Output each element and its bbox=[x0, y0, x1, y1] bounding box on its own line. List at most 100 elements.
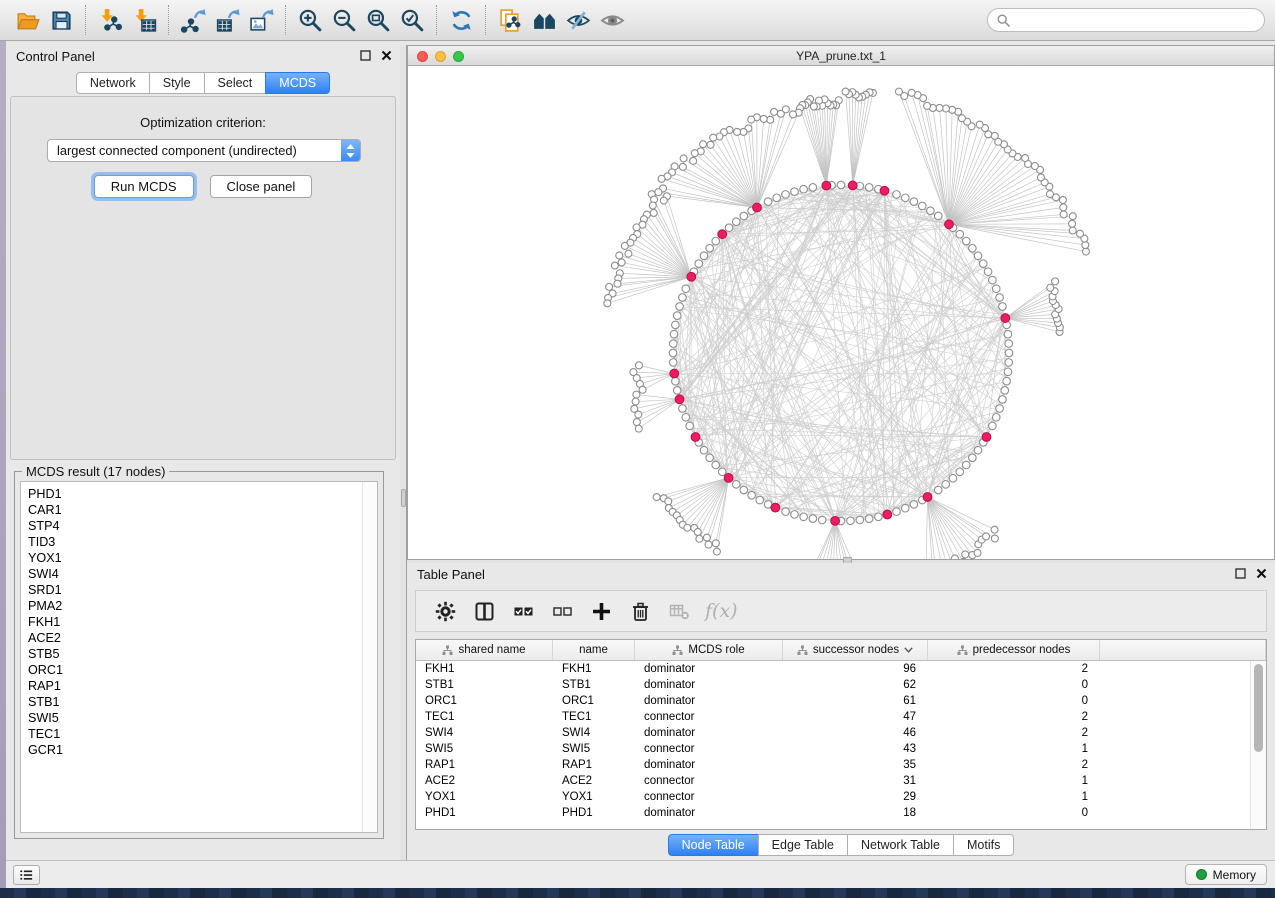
dominator-node[interactable] bbox=[982, 433, 991, 442]
table-row[interactable]: ORC1ORC1dominator610 bbox=[416, 693, 1250, 709]
export-image-button[interactable] bbox=[244, 4, 278, 36]
dominator-node[interactable] bbox=[880, 186, 889, 195]
dominator-node[interactable] bbox=[1001, 314, 1010, 323]
task-history-button[interactable] bbox=[13, 865, 40, 885]
column-header[interactable]: name bbox=[553, 640, 635, 660]
zoom-out-button[interactable] bbox=[327, 4, 361, 36]
result-node[interactable]: FKH1 bbox=[28, 614, 362, 630]
table-scrollbar-thumb[interactable] bbox=[1254, 664, 1263, 752]
result-scrollbar-track[interactable] bbox=[362, 482, 377, 832]
hide-selected-button[interactable] bbox=[561, 4, 595, 36]
column-header[interactable]: successor nodes bbox=[783, 640, 928, 660]
table-row[interactable]: STB1STB1dominator620 bbox=[416, 677, 1250, 693]
open-session-button[interactable] bbox=[10, 4, 44, 36]
dominator-node[interactable] bbox=[724, 473, 733, 482]
result-node[interactable]: PHD1 bbox=[28, 486, 362, 502]
close-panel-icon[interactable] bbox=[381, 50, 392, 61]
tab-edge-table[interactable]: Edge Table bbox=[758, 834, 848, 856]
table-scrollbar-track[interactable] bbox=[1250, 661, 1266, 829]
zoom-selected-button[interactable] bbox=[395, 4, 429, 36]
result-node[interactable]: RAP1 bbox=[28, 678, 362, 694]
dominator-node[interactable] bbox=[822, 181, 831, 190]
tab-select[interactable]: Select bbox=[204, 72, 267, 94]
export-table-button[interactable] bbox=[210, 4, 244, 36]
table-row[interactable]: FKH1FKH1dominator962 bbox=[416, 661, 1250, 677]
tab-node-table[interactable]: Node Table bbox=[668, 834, 759, 856]
table-row[interactable]: ACE2ACE2connector311 bbox=[416, 773, 1250, 789]
tab-mcds[interactable]: MCDS bbox=[265, 72, 330, 94]
table-row[interactable]: PHD1PHD1dominator180 bbox=[416, 805, 1250, 821]
criterion-select[interactable]: largest connected component (undirected) bbox=[47, 139, 361, 162]
result-node[interactable]: TEC1 bbox=[28, 726, 362, 742]
memory-button[interactable]: Memory bbox=[1185, 864, 1267, 885]
zoom-fit-button[interactable] bbox=[361, 4, 395, 36]
close-panel-icon[interactable] bbox=[1256, 568, 1267, 579]
maximize-window-icon[interactable] bbox=[453, 51, 464, 62]
show-all-button[interactable] bbox=[595, 4, 629, 36]
close-panel-button[interactable]: Close panel bbox=[210, 175, 313, 198]
dominator-node[interactable] bbox=[831, 516, 840, 525]
save-session-button[interactable] bbox=[44, 4, 78, 36]
column-header[interactable]: predecessor nodes bbox=[928, 640, 1100, 660]
tab-style[interactable]: Style bbox=[149, 72, 205, 94]
dominator-node[interactable] bbox=[848, 181, 857, 190]
result-node[interactable]: SWI5 bbox=[28, 710, 362, 726]
result-node[interactable]: ORC1 bbox=[28, 662, 362, 678]
result-node[interactable]: CAR1 bbox=[28, 502, 362, 518]
import-table-button[interactable] bbox=[127, 4, 161, 36]
table-row[interactable]: TEC1TEC1connector472 bbox=[416, 709, 1250, 725]
search-box[interactable] bbox=[987, 8, 1265, 32]
column-header[interactable]: shared name bbox=[416, 640, 553, 660]
column-header[interactable]: MCDS role bbox=[635, 640, 783, 660]
result-node[interactable]: TID3 bbox=[28, 534, 362, 550]
result-node[interactable]: STB5 bbox=[28, 646, 362, 662]
first-neighbors-button[interactable] bbox=[527, 4, 561, 36]
deselect-checkboxes-button[interactable] bbox=[547, 596, 577, 626]
dominator-node[interactable] bbox=[675, 395, 684, 404]
table-row[interactable]: SWI5SWI5connector431 bbox=[416, 741, 1250, 757]
vertical-splitter[interactable] bbox=[400, 45, 407, 860]
result-node[interactable]: STP4 bbox=[28, 518, 362, 534]
tab-motifs[interactable]: Motifs bbox=[953, 834, 1014, 856]
result-node[interactable]: YOX1 bbox=[28, 550, 362, 566]
dominator-node[interactable] bbox=[923, 493, 932, 502]
export-network-button[interactable] bbox=[176, 4, 210, 36]
function-builder-button[interactable]: f(x) bbox=[705, 600, 738, 622]
table-row[interactable]: RAP1RAP1dominator352 bbox=[416, 757, 1250, 773]
close-window-icon[interactable] bbox=[417, 51, 428, 62]
dominator-node[interactable] bbox=[771, 503, 780, 512]
network-canvas[interactable] bbox=[408, 66, 1274, 559]
apply-layout-button[interactable] bbox=[444, 4, 478, 36]
delete-column-button[interactable] bbox=[625, 596, 655, 626]
import-network-button[interactable] bbox=[93, 4, 127, 36]
network-window-titlebar[interactable]: YPA_prune.txt_1 bbox=[408, 46, 1274, 66]
minimize-window-icon[interactable] bbox=[435, 51, 446, 62]
result-node[interactable]: PMA2 bbox=[28, 598, 362, 614]
select-all-checkboxes-button[interactable] bbox=[508, 596, 538, 626]
split-columns-button[interactable] bbox=[469, 596, 499, 626]
table-row[interactable]: YOX1YOX1connector291 bbox=[416, 789, 1250, 805]
copy-style-button[interactable] bbox=[493, 4, 527, 36]
dominator-node[interactable] bbox=[670, 369, 679, 378]
result-node[interactable]: ACE2 bbox=[28, 630, 362, 646]
result-node[interactable]: GCR1 bbox=[28, 742, 362, 758]
mcds-result-list[interactable]: PHD1CAR1STP4TID3YOX1SWI4SRD1PMA2FKH1ACE2… bbox=[20, 481, 378, 833]
dominator-node[interactable] bbox=[691, 433, 700, 442]
result-node[interactable]: SWI4 bbox=[28, 566, 362, 582]
dominator-node[interactable] bbox=[945, 220, 954, 229]
dominator-node[interactable] bbox=[718, 230, 727, 239]
float-panel-icon[interactable] bbox=[1235, 568, 1246, 579]
zoom-in-button[interactable] bbox=[293, 4, 327, 36]
settings-gear-button[interactable] bbox=[430, 596, 460, 626]
search-input[interactable] bbox=[1016, 13, 1255, 27]
dominator-node[interactable] bbox=[883, 510, 892, 519]
splitter-grip[interactable] bbox=[401, 489, 406, 507]
tab-network[interactable]: Network bbox=[76, 72, 150, 94]
table-row[interactable]: SWI4SWI4dominator462 bbox=[416, 725, 1250, 741]
add-column-button[interactable] bbox=[586, 596, 616, 626]
float-panel-icon[interactable] bbox=[360, 50, 371, 61]
tab-network-table[interactable]: Network Table bbox=[847, 834, 954, 856]
result-node[interactable]: STB1 bbox=[28, 694, 362, 710]
result-node[interactable]: SRD1 bbox=[28, 582, 362, 598]
dominator-node[interactable] bbox=[687, 272, 696, 281]
